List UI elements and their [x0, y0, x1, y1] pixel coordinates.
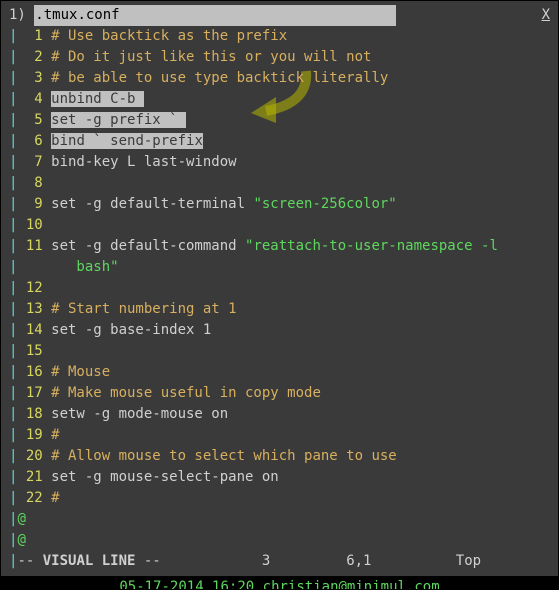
tmux-status-bar: 05-17-2014 16:20 christian@minimul.com: [1, 576, 558, 590]
code-line: | 7 bind-key L last-window: [9, 152, 550, 173]
code-line: | 13 # Start numbering at 1: [9, 299, 550, 320]
code-line: | 21 set -g mouse-select-pane on: [9, 467, 550, 488]
close-icon[interactable]: X: [542, 5, 550, 26]
code-line: | 11 set -g default-command "reattach-to…: [9, 236, 550, 257]
code-line: | 8: [9, 173, 550, 194]
vim-mode-indicator: VISUAL LINE: [43, 553, 136, 569]
buffer-filename[interactable]: .tmux.conf: [34, 5, 396, 26]
buffer-tab-bar: 1) .tmux.conf X: [9, 5, 550, 26]
code-line: | 12: [9, 278, 550, 299]
editor-viewport[interactable]: 1) .tmux.conf X | 1 # Use backtick as th…: [1, 1, 558, 572]
code-line: | 9 set -g default-terminal "screen-256c…: [9, 194, 550, 215]
code-line: | 2 # Do it just like this or you will n…: [9, 47, 550, 68]
status-user-host: christian@minimul.com: [263, 579, 440, 590]
cursor-position: 6,1: [346, 553, 371, 569]
code-line: | 17 # Make mouse useful in copy mode: [9, 383, 550, 404]
code-line-selected: | 6 bind ` send-prefix: [9, 131, 550, 152]
code-line: | 3 # be able to use type backtick liter…: [9, 68, 550, 89]
code-line-selected: | 4 unbind C-b: [9, 89, 550, 110]
terminal-window: 1) .tmux.conf X | 1 # Use backtick as th…: [0, 0, 559, 590]
buffer-index: 1): [9, 7, 34, 23]
code-line: | 15: [9, 341, 550, 362]
scroll-position: Top: [456, 553, 481, 569]
code-line-wrap: | bash": [9, 257, 550, 278]
status-datetime: 05-17-2014 16:20: [119, 579, 254, 590]
code-line: | 1 # Use backtick as the prefix: [9, 26, 550, 47]
code-line-selected: | 5 set -g prefix `: [9, 110, 550, 131]
shell-prompt: |@: [9, 509, 550, 530]
vim-status-line: |-- VISUAL LINE -- 3 6,1 Top: [9, 551, 550, 572]
code-line: | 19 #: [9, 425, 550, 446]
code-line: | 14 set -g base-index 1: [9, 320, 550, 341]
code-line: | 16 # Mouse: [9, 362, 550, 383]
code-line: | 18 setw -g mode-mouse on: [9, 404, 550, 425]
code-line: | 20 # Allow mouse to select which pane …: [9, 446, 550, 467]
code-line: | 10: [9, 215, 550, 236]
shell-prompt: |@: [9, 530, 550, 551]
code-line: | 22 #: [9, 488, 550, 509]
